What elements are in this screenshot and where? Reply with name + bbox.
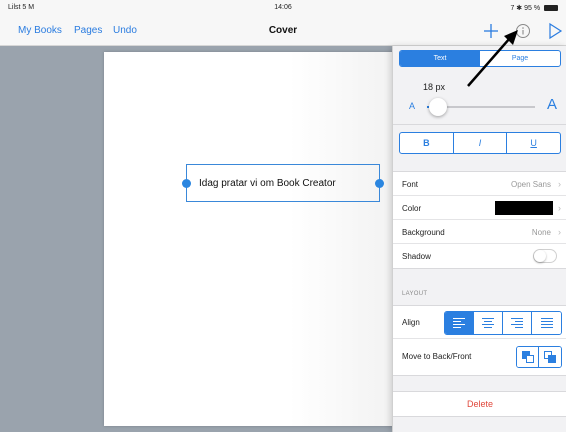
font-row[interactable]: Font Open Sans › bbox=[393, 172, 566, 196]
nav-bar: My Books Pages Undo Cover bbox=[0, 16, 566, 46]
front-layer-icon bbox=[548, 355, 556, 363]
font-size-slider-row: A A bbox=[393, 94, 566, 120]
slider-knob[interactable] bbox=[428, 98, 447, 116]
battery-label: 7 ✱ 95 % bbox=[510, 5, 541, 12]
move-to-back-button[interactable] bbox=[517, 347, 539, 367]
battery-icon bbox=[544, 5, 558, 12]
font-value: Open Sans bbox=[510, 180, 551, 189]
resize-handle-left[interactable] bbox=[182, 179, 191, 188]
align-row: Align bbox=[393, 306, 566, 339]
status-bar: Lilst 5 M 14:06 7 ✱ 95 % bbox=[0, 0, 566, 16]
align-left-icon bbox=[453, 316, 465, 330]
text-box-content[interactable]: Idag pratar vi om Book Creator bbox=[199, 178, 336, 189]
align-right-icon bbox=[511, 316, 523, 330]
toggle-knob bbox=[534, 250, 546, 262]
tab-page[interactable]: Page bbox=[480, 51, 560, 66]
layout-section-header: LAYOUT bbox=[402, 291, 428, 297]
front-layer-icon bbox=[526, 355, 534, 363]
align-justify-button[interactable] bbox=[532, 312, 561, 334]
move-buttons bbox=[516, 346, 562, 368]
font-size-slider[interactable] bbox=[427, 98, 535, 116]
tab-text[interactable]: Text bbox=[400, 51, 480, 66]
background-value: None bbox=[531, 228, 551, 237]
shadow-label: Shadow bbox=[402, 252, 431, 261]
undo-button[interactable]: Undo bbox=[113, 25, 137, 36]
underline-button[interactable]: U bbox=[507, 133, 560, 153]
chevron-right-icon: › bbox=[558, 179, 561, 189]
divider bbox=[393, 124, 566, 125]
bold-button[interactable]: B bbox=[400, 133, 454, 153]
status-time: 14:06 bbox=[274, 4, 292, 11]
large-a-icon: A bbox=[546, 96, 557, 113]
move-label: Move to Back/Front bbox=[402, 352, 472, 361]
background-row[interactable]: Background None › bbox=[393, 220, 566, 244]
inspector-tabs: Text Page bbox=[399, 50, 561, 67]
info-icon[interactable] bbox=[512, 20, 534, 42]
move-row: Move to Back/Front bbox=[393, 339, 566, 375]
battery-status: 7 ✱ 95 % bbox=[510, 4, 558, 12]
resize-handle-right[interactable] bbox=[375, 179, 384, 188]
align-justify-icon bbox=[540, 316, 553, 330]
text-properties-list: Font Open Sans › Color › Background None… bbox=[393, 171, 566, 269]
align-left-button[interactable] bbox=[445, 312, 474, 334]
align-center-icon bbox=[482, 316, 494, 330]
shadow-toggle[interactable] bbox=[533, 249, 557, 263]
plus-icon[interactable] bbox=[480, 20, 502, 42]
font-label: Font bbox=[402, 180, 419, 189]
inspector-panel: Text Page 18 px A A B I U Font Open Sans… bbox=[392, 46, 566, 432]
layout-list: Align Move to Back/Front bbox=[393, 305, 566, 376]
italic-button[interactable]: I bbox=[454, 133, 508, 153]
background-label: Background bbox=[402, 228, 445, 237]
color-row[interactable]: Color › bbox=[393, 196, 566, 220]
align-buttons bbox=[444, 311, 562, 335]
my-books-button[interactable]: My Books bbox=[18, 25, 62, 36]
font-size-value: 18 px bbox=[423, 82, 446, 92]
small-a-icon: A bbox=[409, 101, 416, 111]
shadow-row: Shadow bbox=[393, 244, 566, 268]
pages-button[interactable]: Pages bbox=[74, 25, 102, 36]
align-right-button[interactable] bbox=[503, 312, 532, 334]
align-center-button[interactable] bbox=[474, 312, 503, 334]
play-icon[interactable] bbox=[544, 20, 566, 42]
color-swatch[interactable] bbox=[495, 201, 553, 215]
align-label: Align bbox=[402, 318, 420, 327]
selected-text-box[interactable]: Idag pratar vi om Book Creator bbox=[182, 164, 384, 202]
move-to-front-button[interactable] bbox=[539, 347, 561, 367]
chevron-right-icon: › bbox=[558, 203, 561, 213]
color-label: Color bbox=[402, 204, 422, 213]
text-style-group: B I U bbox=[399, 132, 561, 154]
delete-button[interactable]: Delete bbox=[393, 391, 566, 417]
chevron-right-icon: › bbox=[558, 227, 561, 237]
